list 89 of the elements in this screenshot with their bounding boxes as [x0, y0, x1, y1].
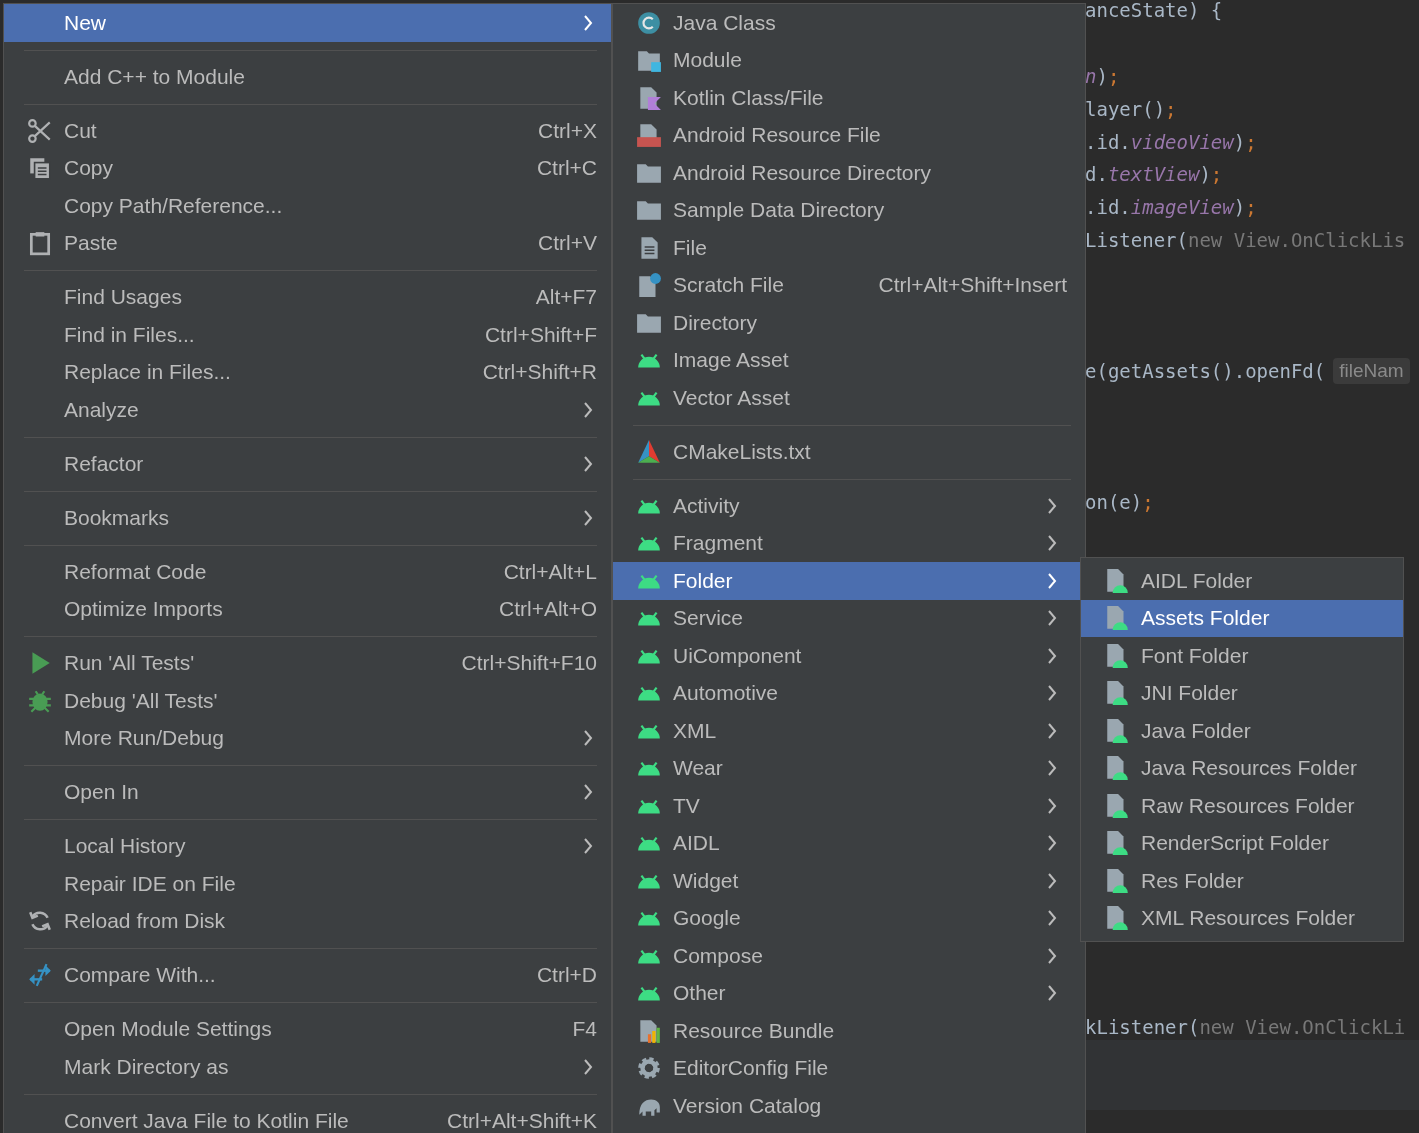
- code-text: textView: [1107, 163, 1200, 186]
- code-text: ): [1233, 130, 1246, 153]
- menu-item[interactable]: Add C++ to Module: [4, 58, 611, 96]
- menu-item[interactable]: CMakeLists.txt: [613, 433, 1085, 471]
- menu-item[interactable]: New: [4, 4, 611, 42]
- menu-item[interactable]: Compose: [613, 937, 1085, 975]
- menu-item[interactable]: Version Catalog: [613, 1087, 1085, 1125]
- android-folder-icon: [1104, 717, 1130, 744]
- android-folder-icon: [1104, 755, 1130, 782]
- menu-item[interactable]: Vector Asset: [613, 379, 1085, 417]
- code-text: .id.: [1085, 130, 1131, 153]
- menu-item[interactable]: Find in Files... Ctrl+Shift+F: [4, 316, 611, 354]
- menu-item[interactable]: Other: [613, 974, 1085, 1012]
- menu-item[interactable]: Sample Data Directory: [613, 191, 1085, 229]
- menu-item[interactable]: Activity: [613, 487, 1085, 525]
- code-text: new View.OnClickLis: [1187, 228, 1406, 251]
- android-folder-icon: [1104, 680, 1130, 707]
- code-text: on(e): [1085, 491, 1143, 514]
- triangle-logo-icon: [636, 438, 662, 465]
- menu-item[interactable]: Open Module Settings F4: [4, 1010, 611, 1048]
- menu-item[interactable]: Image Asset: [613, 341, 1085, 379]
- android-folder-icon: [1104, 567, 1130, 594]
- menu-item[interactable]: Paste Ctrl+V: [4, 224, 611, 262]
- code-text: n: [1085, 65, 1097, 87]
- menu-item[interactable]: Scratch File Ctrl+Alt+Shift+Insert: [613, 266, 1085, 304]
- android-folder-icon: [1104, 605, 1130, 632]
- code-text: ): [1233, 196, 1246, 219]
- menu-item[interactable]: Convert Java File to Kotlin File Ctrl+Alt+Shift+K: [4, 1102, 611, 1133]
- menu-item[interactable]: Repair IDE on File: [4, 865, 611, 903]
- code-text: ;: [1210, 163, 1223, 186]
- clipboard-icon: [27, 230, 53, 257]
- menu-item[interactable]: More Run/Debug: [4, 719, 611, 757]
- code-text: d.: [1085, 163, 1108, 186]
- menu-item[interactable]: Run 'All Tests' Ctrl+Shift+F10: [4, 644, 611, 682]
- menu-item[interactable]: Java Class: [613, 4, 1085, 42]
- menu-item[interactable]: Resource Bundle: [613, 1012, 1085, 1050]
- android-folder-icon: [1104, 905, 1130, 932]
- menu-item[interactable]: Mark Directory as: [4, 1048, 611, 1086]
- code-text: ;: [1165, 97, 1177, 120]
- menu-item[interactable]: Optimize Imports Ctrl+Alt+O: [4, 590, 611, 628]
- code-text: ;: [1245, 130, 1257, 153]
- code-text: Listener(: [1085, 228, 1188, 251]
- menu-item[interactable]: Bookmarks: [4, 499, 611, 537]
- menu-item[interactable]: Replace in Files... Ctrl+Shift+R: [4, 353, 611, 391]
- menu-item[interactable]: Android Resource Directory: [613, 154, 1085, 192]
- compare-arrows-icon: [27, 962, 53, 989]
- menu-item[interactable]: Android Resource File: [613, 116, 1085, 154]
- menu-item[interactable]: Kotlin Class/File: [613, 79, 1085, 117]
- menu-item[interactable]: EditorConfig File: [613, 1049, 1085, 1087]
- menu-item[interactable]: Cut Ctrl+X: [4, 112, 611, 150]
- menu-item[interactable]: Open In: [4, 773, 611, 811]
- code-text: layer(): [1085, 97, 1166, 120]
- menu-item[interactable]: Reformat Code Ctrl+Alt+L: [4, 553, 611, 591]
- code-text: ): [1199, 163, 1211, 186]
- code-text: kListener(: [1085, 1016, 1200, 1039]
- menu-item[interactable]: File: [613, 229, 1085, 267]
- menu-item[interactable]: Copy Ctrl+C: [4, 149, 611, 187]
- code-text: ;: [1245, 196, 1257, 219]
- scissors-icon: [27, 117, 53, 144]
- menu-item[interactable]: Compare With... Ctrl+D: [4, 956, 611, 994]
- code-text: videoView: [1130, 130, 1234, 153]
- menu-item[interactable]: Assets Folder: [1081, 599, 1403, 637]
- code-text: imageView: [1130, 196, 1234, 219]
- code-text: anceState) {: [1085, 0, 1223, 22]
- android-folder-icon: [1104, 830, 1130, 857]
- menu-item[interactable]: Reload from Disk: [4, 902, 611, 940]
- android-folder-icon: [1104, 792, 1130, 819]
- gear-icon: [636, 1055, 662, 1082]
- android-folder-icon: [1104, 642, 1130, 669]
- menu-item[interactable]: Analyze: [4, 391, 611, 429]
- menu-item[interactable]: Copy Path/Reference...: [4, 187, 611, 225]
- code-text: new View.OnClickLi: [1199, 1016, 1406, 1039]
- menu-item[interactable]: Local History: [4, 827, 611, 865]
- menu-item[interactable]: Directory: [613, 304, 1085, 342]
- menu-item[interactable]: Module: [613, 41, 1085, 79]
- resource-file-icon: [636, 122, 662, 149]
- android-folder-icon: [1104, 867, 1130, 894]
- parameter-hint: fileNam: [1333, 358, 1410, 385]
- scratch-file-icon: [636, 272, 662, 299]
- class-icon: [636, 9, 662, 36]
- menu-item[interactable]: Debug 'All Tests': [4, 682, 611, 720]
- menu-item[interactable]: Find Usages Alt+F7: [4, 278, 611, 316]
- code-text: ;: [1142, 491, 1154, 514]
- menu-item[interactable]: Refactor: [4, 445, 611, 483]
- code-text: ): [1096, 65, 1108, 87]
- code-text: e(getAssets().openFd(: [1085, 360, 1326, 383]
- code-text: .id.: [1085, 196, 1131, 219]
- code-text: ;: [1107, 65, 1120, 87]
- menu-item[interactable]: Fragment: [613, 524, 1085, 562]
